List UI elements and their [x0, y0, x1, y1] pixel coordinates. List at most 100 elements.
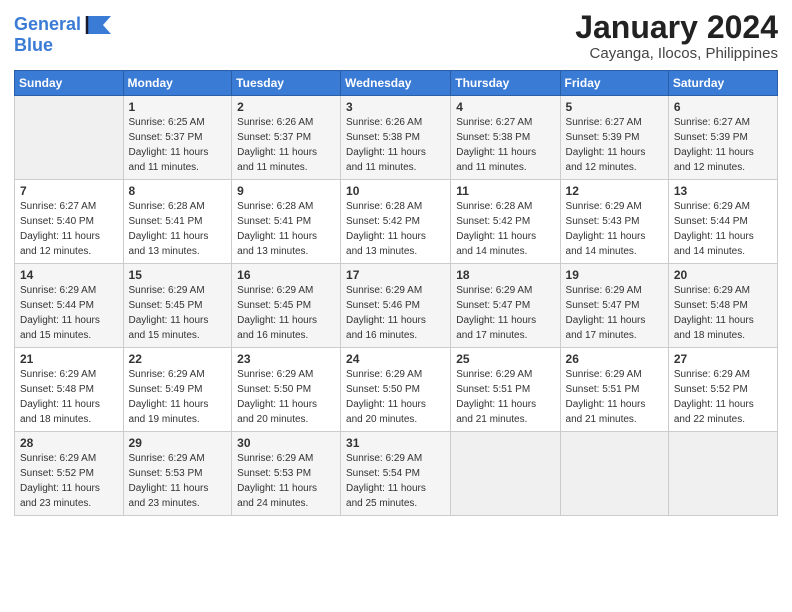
- title-area: January 2024 Cayanga, Ilocos, Philippine…: [575, 10, 778, 62]
- calendar-cell: 8Sunrise: 6:28 AMSunset: 5:41 PMDaylight…: [123, 180, 232, 264]
- header-thursday: Thursday: [451, 71, 560, 96]
- day-number: 17: [346, 268, 445, 282]
- calendar-cell: 9Sunrise: 6:28 AMSunset: 5:41 PMDaylight…: [232, 180, 341, 264]
- calendar-cell: 16Sunrise: 6:29 AMSunset: 5:45 PMDayligh…: [232, 264, 341, 348]
- day-number: 22: [129, 352, 227, 366]
- day-number: 14: [20, 268, 118, 282]
- day-info: Sunrise: 6:27 AMSunset: 5:40 PMDaylight:…: [20, 199, 118, 259]
- calendar-cell: 11Sunrise: 6:28 AMSunset: 5:42 PMDayligh…: [451, 180, 560, 264]
- calendar-body: 1Sunrise: 6:25 AMSunset: 5:37 PMDaylight…: [15, 96, 778, 516]
- day-info: Sunrise: 6:29 AMSunset: 5:50 PMDaylight:…: [346, 367, 445, 427]
- month-year-title: January 2024: [575, 10, 778, 45]
- calendar-week-5: 28Sunrise: 6:29 AMSunset: 5:52 PMDayligh…: [15, 432, 778, 516]
- day-number: 23: [237, 352, 335, 366]
- day-info: Sunrise: 6:27 AMSunset: 5:39 PMDaylight:…: [674, 115, 772, 175]
- logo: General Blue: [14, 14, 111, 56]
- calendar-cell: 3Sunrise: 6:26 AMSunset: 5:38 PMDaylight…: [341, 96, 451, 180]
- day-info: Sunrise: 6:26 AMSunset: 5:37 PMDaylight:…: [237, 115, 335, 175]
- day-info: Sunrise: 6:29 AMSunset: 5:48 PMDaylight:…: [20, 367, 118, 427]
- day-number: 10: [346, 184, 445, 198]
- day-number: 24: [346, 352, 445, 366]
- calendar-week-4: 21Sunrise: 6:29 AMSunset: 5:48 PMDayligh…: [15, 348, 778, 432]
- day-number: 18: [456, 268, 554, 282]
- day-number: 28: [20, 436, 118, 450]
- calendar-cell: 14Sunrise: 6:29 AMSunset: 5:44 PMDayligh…: [15, 264, 124, 348]
- calendar-cell: [560, 432, 668, 516]
- day-info: Sunrise: 6:29 AMSunset: 5:45 PMDaylight:…: [129, 283, 227, 343]
- calendar-cell: 28Sunrise: 6:29 AMSunset: 5:52 PMDayligh…: [15, 432, 124, 516]
- day-number: 9: [237, 184, 335, 198]
- calendar-cell: 24Sunrise: 6:29 AMSunset: 5:50 PMDayligh…: [341, 348, 451, 432]
- header-saturday: Saturday: [668, 71, 777, 96]
- calendar-cell: 31Sunrise: 6:29 AMSunset: 5:54 PMDayligh…: [341, 432, 451, 516]
- calendar-cell: [451, 432, 560, 516]
- day-info: Sunrise: 6:29 AMSunset: 5:50 PMDaylight:…: [237, 367, 335, 427]
- day-info: Sunrise: 6:29 AMSunset: 5:45 PMDaylight:…: [237, 283, 335, 343]
- day-number: 2: [237, 100, 335, 114]
- day-number: 16: [237, 268, 335, 282]
- day-info: Sunrise: 6:26 AMSunset: 5:38 PMDaylight:…: [346, 115, 445, 175]
- day-number: 26: [566, 352, 663, 366]
- day-info: Sunrise: 6:29 AMSunset: 5:52 PMDaylight:…: [674, 367, 772, 427]
- day-info: Sunrise: 6:29 AMSunset: 5:49 PMDaylight:…: [129, 367, 227, 427]
- day-info: Sunrise: 6:29 AMSunset: 5:44 PMDaylight:…: [674, 199, 772, 259]
- day-number: 11: [456, 184, 554, 198]
- header-sunday: Sunday: [15, 71, 124, 96]
- day-number: 21: [20, 352, 118, 366]
- calendar-cell: 4Sunrise: 6:27 AMSunset: 5:38 PMDaylight…: [451, 96, 560, 180]
- day-info: Sunrise: 6:29 AMSunset: 5:51 PMDaylight:…: [456, 367, 554, 427]
- day-info: Sunrise: 6:25 AMSunset: 5:37 PMDaylight:…: [129, 115, 227, 175]
- calendar-week-2: 7Sunrise: 6:27 AMSunset: 5:40 PMDaylight…: [15, 180, 778, 264]
- calendar-cell: 6Sunrise: 6:27 AMSunset: 5:39 PMDaylight…: [668, 96, 777, 180]
- calendar-cell: 25Sunrise: 6:29 AMSunset: 5:51 PMDayligh…: [451, 348, 560, 432]
- day-number: 7: [20, 184, 118, 198]
- calendar-cell: 15Sunrise: 6:29 AMSunset: 5:45 PMDayligh…: [123, 264, 232, 348]
- location-subtitle: Cayanga, Ilocos, Philippines: [575, 45, 778, 62]
- calendar-cell: 7Sunrise: 6:27 AMSunset: 5:40 PMDaylight…: [15, 180, 124, 264]
- calendar-cell: 23Sunrise: 6:29 AMSunset: 5:50 PMDayligh…: [232, 348, 341, 432]
- day-number: 8: [129, 184, 227, 198]
- header-wednesday: Wednesday: [341, 71, 451, 96]
- day-info: Sunrise: 6:28 AMSunset: 5:41 PMDaylight:…: [129, 199, 227, 259]
- day-info: Sunrise: 6:29 AMSunset: 5:44 PMDaylight:…: [20, 283, 118, 343]
- calendar-cell: 12Sunrise: 6:29 AMSunset: 5:43 PMDayligh…: [560, 180, 668, 264]
- logo-text: General: [14, 15, 81, 35]
- header-row: Sunday Monday Tuesday Wednesday Thursday…: [15, 71, 778, 96]
- day-number: 6: [674, 100, 772, 114]
- main-container: General Blue January 2024 Cayanga, Iloco…: [0, 0, 792, 526]
- calendar-cell: 20Sunrise: 6:29 AMSunset: 5:48 PMDayligh…: [668, 264, 777, 348]
- day-number: 25: [456, 352, 554, 366]
- day-number: 3: [346, 100, 445, 114]
- calendar-cell: 22Sunrise: 6:29 AMSunset: 5:49 PMDayligh…: [123, 348, 232, 432]
- logo-line2: Blue: [14, 36, 111, 56]
- day-number: 13: [674, 184, 772, 198]
- calendar-cell: 1Sunrise: 6:25 AMSunset: 5:37 PMDaylight…: [123, 96, 232, 180]
- day-number: 30: [237, 436, 335, 450]
- calendar-cell: 27Sunrise: 6:29 AMSunset: 5:52 PMDayligh…: [668, 348, 777, 432]
- header: General Blue January 2024 Cayanga, Iloco…: [14, 10, 778, 62]
- day-info: Sunrise: 6:29 AMSunset: 5:43 PMDaylight:…: [566, 199, 663, 259]
- calendar-cell: [668, 432, 777, 516]
- calendar-cell: 30Sunrise: 6:29 AMSunset: 5:53 PMDayligh…: [232, 432, 341, 516]
- calendar-cell: 18Sunrise: 6:29 AMSunset: 5:47 PMDayligh…: [451, 264, 560, 348]
- calendar-cell: 19Sunrise: 6:29 AMSunset: 5:47 PMDayligh…: [560, 264, 668, 348]
- calendar-header: Sunday Monday Tuesday Wednesday Thursday…: [15, 71, 778, 96]
- day-info: Sunrise: 6:29 AMSunset: 5:54 PMDaylight:…: [346, 451, 445, 511]
- day-info: Sunrise: 6:29 AMSunset: 5:51 PMDaylight:…: [566, 367, 663, 427]
- day-info: Sunrise: 6:29 AMSunset: 5:53 PMDaylight:…: [129, 451, 227, 511]
- calendar-cell: 26Sunrise: 6:29 AMSunset: 5:51 PMDayligh…: [560, 348, 668, 432]
- calendar-cell: 2Sunrise: 6:26 AMSunset: 5:37 PMDaylight…: [232, 96, 341, 180]
- day-number: 1: [129, 100, 227, 114]
- calendar-cell: 13Sunrise: 6:29 AMSunset: 5:44 PMDayligh…: [668, 180, 777, 264]
- logo-line1: General: [14, 14, 81, 34]
- day-number: 31: [346, 436, 445, 450]
- calendar-cell: 29Sunrise: 6:29 AMSunset: 5:53 PMDayligh…: [123, 432, 232, 516]
- day-number: 29: [129, 436, 227, 450]
- day-info: Sunrise: 6:28 AMSunset: 5:41 PMDaylight:…: [237, 199, 335, 259]
- day-info: Sunrise: 6:27 AMSunset: 5:38 PMDaylight:…: [456, 115, 554, 175]
- day-number: 4: [456, 100, 554, 114]
- calendar-cell: 10Sunrise: 6:28 AMSunset: 5:42 PMDayligh…: [341, 180, 451, 264]
- calendar-cell: 5Sunrise: 6:27 AMSunset: 5:39 PMDaylight…: [560, 96, 668, 180]
- header-tuesday: Tuesday: [232, 71, 341, 96]
- day-info: Sunrise: 6:28 AMSunset: 5:42 PMDaylight:…: [346, 199, 445, 259]
